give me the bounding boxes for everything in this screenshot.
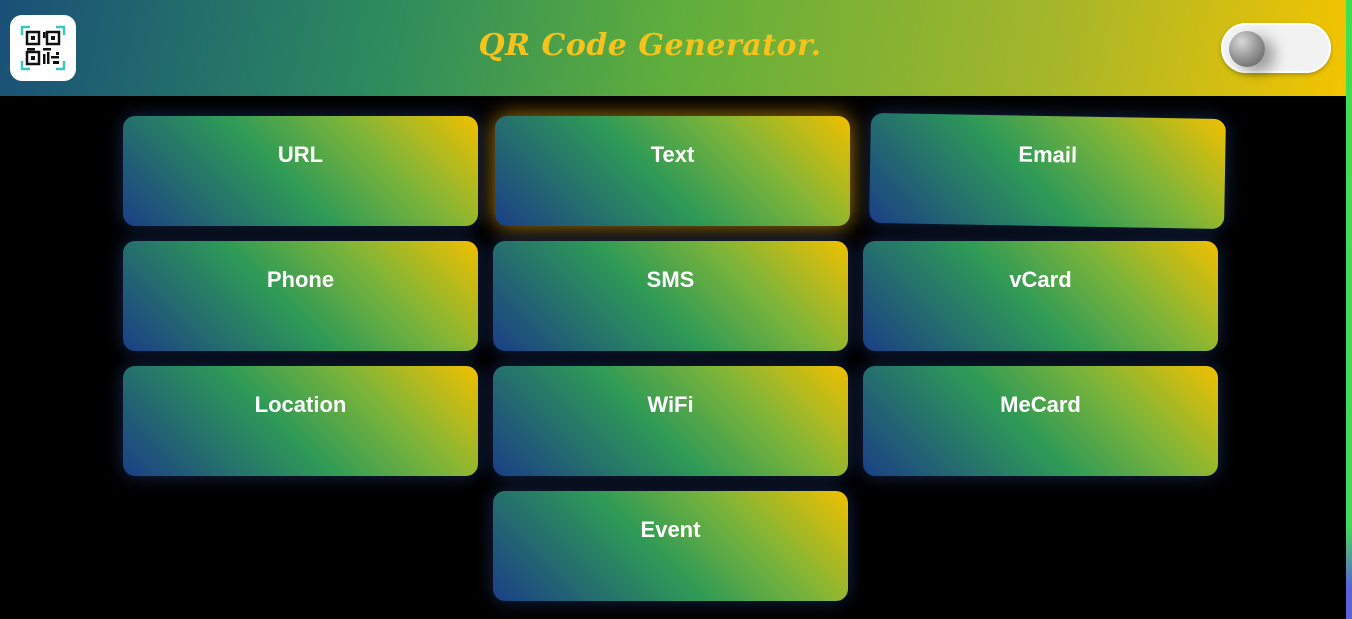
card-mecard[interactable]: MeCard xyxy=(863,366,1218,476)
card-label: URL xyxy=(277,142,324,167)
scrollbar[interactable] xyxy=(1346,0,1352,619)
toggle-knob[interactable] xyxy=(1229,31,1265,67)
card-label: Location xyxy=(254,392,347,417)
card-url[interactable]: URL xyxy=(123,116,478,226)
card-label: MeCard xyxy=(1000,392,1081,417)
card-label: Event xyxy=(640,517,701,542)
card-sms[interactable]: SMS xyxy=(493,241,848,351)
theme-toggle[interactable] xyxy=(1221,23,1331,73)
card-text[interactable]: Text xyxy=(495,116,850,226)
card-email[interactable]: Email xyxy=(869,112,1226,230)
card-phone[interactable]: Phone xyxy=(123,241,478,351)
page: QR Code Generator. URL Text Email Phone … xyxy=(0,0,1352,619)
card-location[interactable]: Location xyxy=(123,366,478,476)
card-label: Email xyxy=(1018,141,1078,168)
card-vcard[interactable]: vCard xyxy=(863,241,1218,351)
card-label: Text xyxy=(650,142,695,167)
card-label: Phone xyxy=(266,267,335,292)
page-title: QR Code Generator. xyxy=(478,28,822,63)
card-label: vCard xyxy=(1009,267,1072,292)
card-event[interactable]: Event xyxy=(493,491,848,601)
card-label: SMS xyxy=(646,267,695,292)
card-wifi[interactable]: WiFi xyxy=(493,366,848,476)
header-bar: QR Code Generator. xyxy=(0,0,1346,96)
card-label: WiFi xyxy=(647,392,694,417)
